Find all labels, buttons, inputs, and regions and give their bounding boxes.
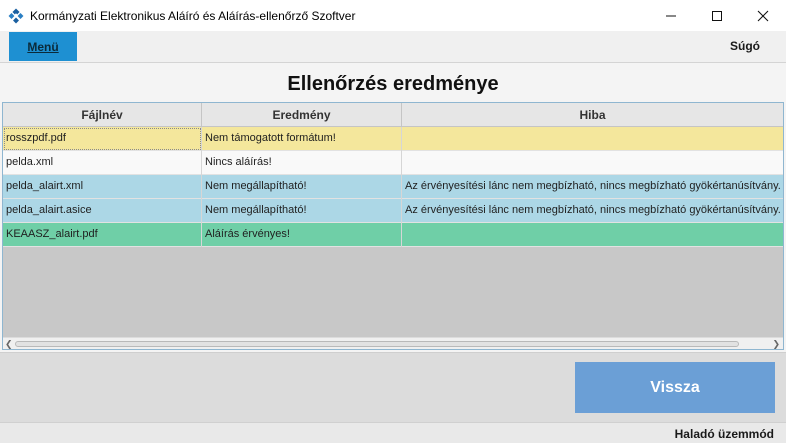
close-button[interactable]	[740, 0, 786, 31]
cell-error: Az érvényesítési lánc nem megbízható, ni…	[405, 180, 781, 192]
table-row[interactable]: KEAASZ_alairt.pdf Aláírás érvényes!	[3, 223, 783, 247]
cell-result: Nem megállapítható!	[202, 175, 402, 199]
table-row[interactable]: pelda.xml Nincs aláírás!	[3, 151, 783, 175]
mode-status[interactable]: Haladó üzemmód	[675, 427, 774, 441]
column-header-filename[interactable]: Fájlnév	[3, 103, 202, 127]
scroll-left-icon[interactable]: ❮	[5, 339, 13, 349]
window-title: Kormányzati Elektronikus Aláíró és Aláír…	[30, 8, 356, 23]
column-header-error[interactable]: Hiba	[402, 103, 783, 127]
app-logo-icon	[8, 8, 24, 24]
action-area: Vissza	[0, 352, 786, 422]
cell-error	[402, 151, 783, 175]
horizontal-scrollbar[interactable]: ❮ ❯	[3, 337, 783, 349]
table-row[interactable]: rosszpdf.pdf Nem támogatott formátum!	[3, 127, 783, 151]
minimize-button[interactable]	[648, 0, 694, 31]
table-header: Fájlnév Eredmény Hiba	[3, 103, 783, 127]
minimize-icon	[666, 15, 676, 16]
menu-button[interactable]: Menü	[9, 32, 77, 61]
cell-error	[402, 223, 783, 247]
title-bar: Kormányzati Elektronikus Aláíró és Aláír…	[0, 0, 786, 31]
close-icon	[757, 10, 769, 21]
back-button[interactable]: Vissza	[575, 362, 775, 413]
cell-filename: KEAASZ_alairt.pdf	[3, 223, 202, 247]
cell-filename: pelda_alairt.asice	[3, 199, 202, 223]
cell-result: Nem megállapítható!	[202, 199, 402, 223]
cell-result: Aláírás érvényes!	[202, 223, 402, 247]
menu-bar: Menü Súgó	[0, 31, 786, 63]
cell-filename: pelda_alairt.xml	[3, 175, 202, 199]
maximize-icon	[712, 10, 722, 21]
page-title: Ellenőrzés eredménye	[287, 73, 499, 95]
help-menu[interactable]: Súgó	[730, 39, 760, 53]
scrollbar-thumb[interactable]	[15, 341, 739, 347]
cell-result: Nem támogatott formátum!	[202, 127, 402, 151]
status-bar: Haladó üzemmód	[0, 422, 786, 443]
cell-error	[402, 127, 783, 151]
table-row[interactable]: pelda_alairt.asice Nem megállapítható! A…	[3, 199, 783, 223]
column-header-result[interactable]: Eredmény	[202, 103, 402, 127]
maximize-button[interactable]	[694, 0, 740, 31]
cell-result: Nincs aláírás!	[202, 151, 402, 175]
results-table: Fájlnév Eredmény Hiba rosszpdf.pdf Nem t…	[2, 102, 784, 350]
cell-filename: pelda.xml	[3, 151, 202, 175]
scroll-right-icon[interactable]: ❯	[772, 339, 780, 349]
table-body: rosszpdf.pdf Nem támogatott formátum! pe…	[3, 127, 783, 247]
cell-error: Az érvényesítési lánc nem megbízható, ni…	[405, 204, 781, 216]
cell-filename: rosszpdf.pdf	[3, 127, 202, 151]
table-row[interactable]: pelda_alairt.xml Nem megállapítható! Az …	[3, 175, 783, 199]
